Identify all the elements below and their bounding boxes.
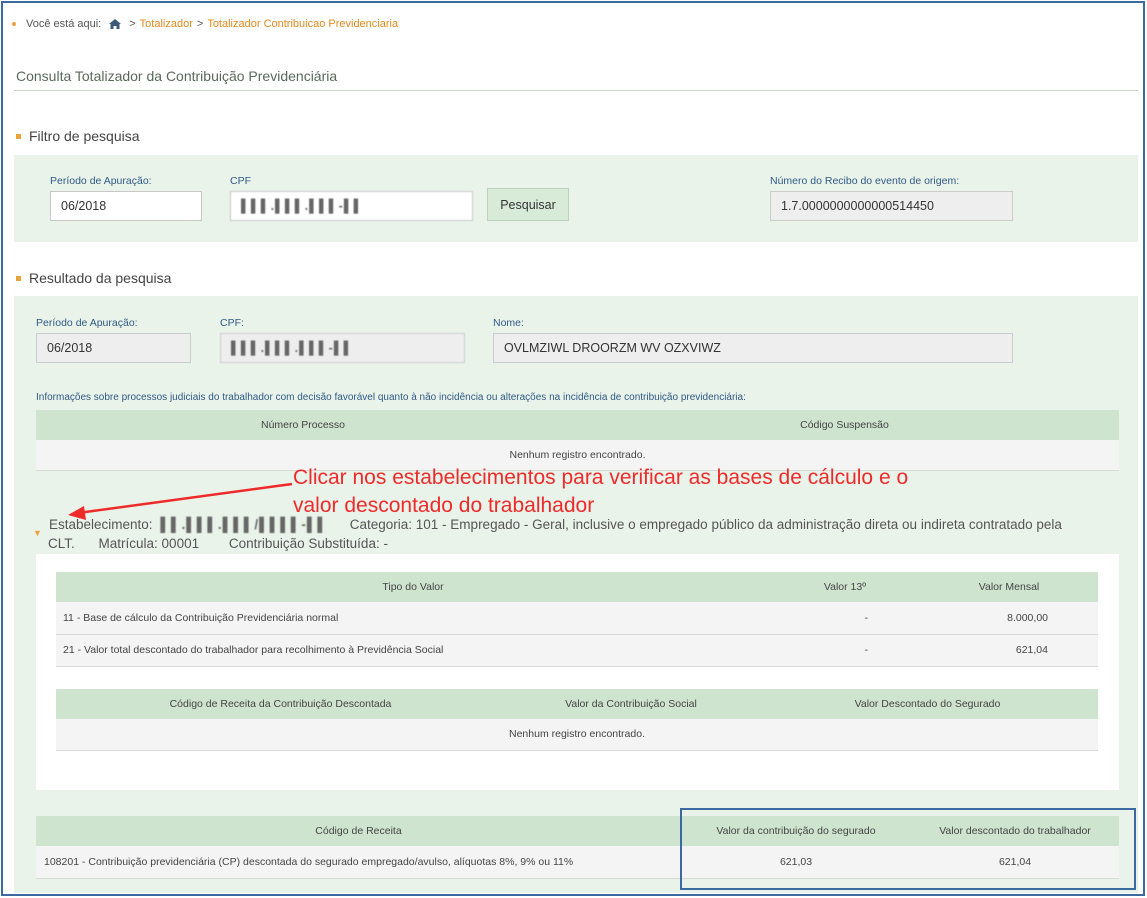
annotation-line-1: Clicar nos estabelecimentos para verific… [293,466,909,489]
recibo-label: Número do Recibo do evento de origem: [770,175,960,187]
estab-matricula: Matrícula: 00001 [98,536,200,551]
res-periodo-value: 06/2018 [36,333,191,363]
res-periodo-label: Período de Apuração: [36,317,138,329]
highlight-box [680,808,1136,890]
recibo-input: 1.7.0000000000000514450 [770,191,1013,221]
estab-clt: CLT. [48,536,75,551]
filtro-panel: Período de Apuração: 06/2018 CPF ▌▌▌.▌▌▌… [14,155,1138,242]
home-icon[interactable] [109,19,122,29]
col-codigo-receita-descontada: Código de Receita da Contribuição Descon… [56,689,505,719]
estab-details-panel: Tipo do Valor Valor 13º Valor Mensal 11 … [36,554,1119,790]
col-valor-contribuicao-social: Valor da Contribuição Social [505,689,757,719]
annotation-line-2: valor descontado do trabalhador [293,494,595,517]
receita-descontada-empty-row: Nenhum registro encontrado. [56,719,1098,751]
breadcrumb-link-totalizador[interactable]: Totalizador [140,18,193,30]
annotation-arrow [68,482,293,520]
valor-mensal-cell: 621,04 [920,634,1098,667]
expand-caret-icon[interactable]: ▼ [33,528,42,538]
table-row: 11 - Base de cálculo da Contribuição Pre… [56,602,1098,635]
cpf-input[interactable]: ▌▌▌.▌▌▌.▌▌▌-▌▌ [230,191,473,221]
breadcrumb-separator: > [196,18,204,30]
col-codigo-suspensao: Código Suspensão [570,410,1119,440]
res-nome-label: Nome: [493,317,524,329]
periodo-input[interactable]: 06/2018 [50,191,202,221]
periodo-label: Período de Apuração: [50,175,152,187]
valor-13-cell: - [770,634,920,667]
valores-table: Tipo do Valor Valor 13º Valor Mensal 11 … [56,572,1098,667]
valor-mensal-cell: 8.000,00 [920,602,1098,635]
receita-descontada-table: Código de Receita da Contribuição Descon… [56,689,1098,751]
col-numero-processo: Número Processo [36,410,570,440]
res-cpf-value: ▌▌▌.▌▌▌.▌▌▌-▌▌ [220,333,465,363]
breadcrumb-link-totalizador-contribuicao[interactable]: Totalizador Contribuicao Previdenciaria [207,18,398,30]
breadcrumb-separator: > [129,18,136,30]
receita-codigo-cell: 108201 - Contribuição previdenciária (CP… [36,846,681,879]
processos-table: Número Processo Código Suspensão Nenhum … [36,410,1119,471]
page-title: Consulta Totalizador da Contribuição Pre… [16,68,338,84]
col-codigo-receita: Código de Receita [36,816,681,846]
filtro-title: Filtro de pesquisa [29,128,140,144]
resultado-panel: Período de Apuração: 06/2018 CPF: ▌▌▌.▌▌… [14,296,1138,893]
valor-tipo-cell: 11 - Base de cálculo da Contribuição Pre… [56,602,770,635]
col-valor-mensal: Valor Mensal [920,572,1098,602]
breadcrumb: Você está aqui: > Totalizador > Totaliza… [12,18,398,30]
cpf-label: CPF [230,175,251,187]
resultado-title: Resultado da pesquisa [29,270,172,286]
resultado-section-header: Resultado da pesquisa [16,270,171,286]
breadcrumb-prefix: Você está aqui: [26,18,102,30]
res-cpf-label: CPF: [220,317,244,329]
col-tipo-valor: Tipo do Valor [56,572,770,602]
valor-tipo-cell: 21 - Valor total descontado do trabalhad… [56,634,770,667]
bullet-icon [12,22,16,26]
section-bullet-icon [16,133,21,139]
col-valor-13: Valor 13º [770,572,920,602]
title-divider [14,90,1138,91]
pesquisar-button[interactable]: Pesquisar [487,188,569,221]
col-valor-descontado-segurado: Valor Descontado do Segurado [757,689,1098,719]
res-nome-value: OVLMZIWL DROORZM WV OZXVIWZ [493,333,1013,363]
table-row: 21 - Valor total descontado do trabalhad… [56,634,1098,667]
filtro-section-header: Filtro de pesquisa [16,128,140,144]
estab-contrib-substituida: Contribuição Substituída: - [228,536,388,551]
valor-13-cell: - [770,602,920,635]
section-bullet-icon [16,275,21,281]
annotation-text: Clicar nos estabelecimentos para verific… [293,464,908,520]
processos-info-text: Informações sobre processos judiciais do… [36,392,746,403]
